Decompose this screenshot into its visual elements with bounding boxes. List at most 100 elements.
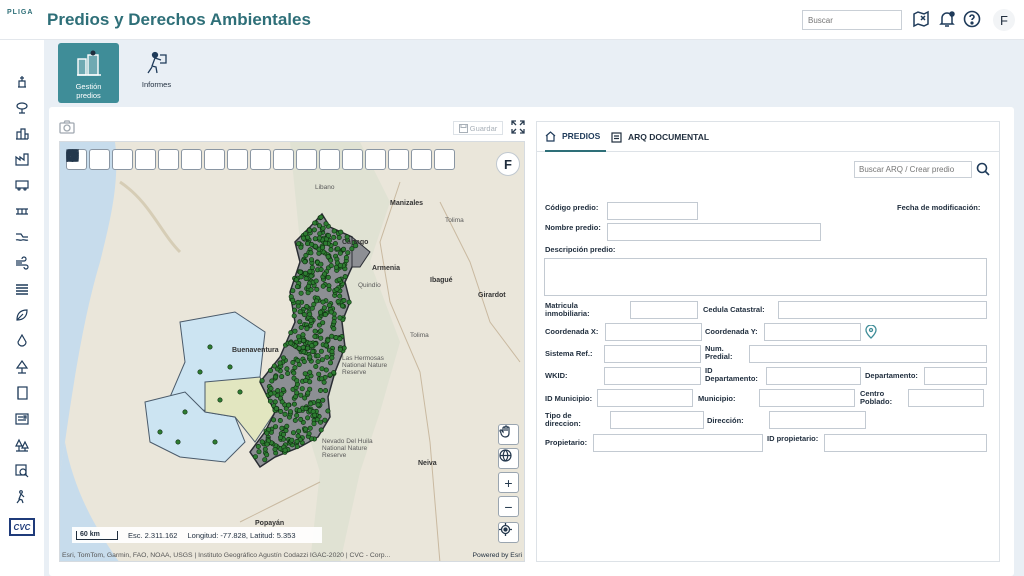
map-f-button[interactable]: F (496, 152, 520, 176)
parcel-marker[interactable] (259, 439, 265, 445)
parcel-marker[interactable] (293, 277, 299, 283)
parcel-marker[interactable] (296, 241, 302, 247)
parcel-marker[interactable] (297, 319, 303, 325)
parcel-marker[interactable] (329, 355, 335, 361)
parcel-marker[interactable] (320, 283, 326, 289)
parcel-marker[interactable] (311, 421, 317, 427)
parcel-marker[interactable] (328, 309, 334, 315)
parcel-marker[interactable] (295, 358, 301, 364)
parcel-marker[interactable] (197, 369, 203, 375)
parcel-marker[interactable] (271, 417, 277, 423)
parcel-marker[interactable] (299, 386, 305, 392)
parcel-marker[interactable] (307, 369, 313, 375)
parcel-marker[interactable] (318, 328, 324, 334)
parcel-marker[interactable] (290, 288, 296, 294)
parcel-marker[interactable] (338, 229, 344, 235)
parcel-marker[interactable] (308, 287, 314, 293)
map-tools-icon[interactable] (911, 9, 931, 29)
parcel-marker[interactable] (264, 430, 270, 436)
parcel-marker[interactable] (291, 430, 297, 436)
parcel-marker[interactable] (331, 234, 337, 240)
id-municipio-field[interactable] (597, 389, 693, 407)
parcel-marker[interactable] (325, 274, 331, 280)
sidebar-item-report-icon[interactable] (12, 410, 32, 428)
parcel-marker[interactable] (286, 402, 292, 408)
parcel-marker[interactable] (323, 221, 329, 227)
parcel-marker[interactable] (294, 444, 300, 450)
tab-arq-documental[interactable]: ARQ DOCUMENTAL (611, 122, 709, 152)
sidebar-item-bridge-icon[interactable] (12, 202, 32, 220)
search-icon[interactable] (976, 162, 990, 176)
parcel-marker[interactable] (337, 262, 343, 268)
parcel-marker[interactable] (325, 337, 331, 343)
propietario-field[interactable] (593, 434, 763, 452)
parcel-marker[interactable] (268, 368, 274, 374)
arq-search-input[interactable] (854, 161, 972, 178)
tipo-direccion-field[interactable] (610, 411, 704, 429)
direccion-field[interactable] (769, 411, 866, 429)
parcel-marker[interactable] (288, 340, 294, 346)
parcel-marker[interactable] (318, 214, 324, 220)
parcel-marker[interactable] (322, 417, 328, 423)
parcel-marker[interactable] (337, 336, 343, 342)
id-propietario-field[interactable] (824, 434, 987, 452)
parcel-marker[interactable] (322, 312, 328, 318)
parcel-marker[interactable] (303, 405, 309, 411)
parcel-marker[interactable] (318, 267, 324, 273)
parcel-marker[interactable] (326, 233, 332, 239)
parcel-marker[interactable] (207, 344, 213, 350)
parcel-marker[interactable] (308, 250, 314, 256)
parcel-marker[interactable] (339, 303, 345, 309)
pan-hand-icon[interactable] (66, 149, 317, 170)
parcel-marker[interactable] (284, 423, 290, 429)
parcel-marker[interactable] (277, 360, 283, 366)
sidebar-item-forest-icon[interactable] (12, 436, 32, 454)
parcel-marker[interactable] (259, 378, 265, 384)
parcel-marker[interactable] (308, 273, 314, 279)
municipio-field[interactable] (759, 389, 855, 407)
camera-icon[interactable] (59, 120, 75, 139)
parcel-marker[interactable] (288, 409, 294, 415)
parcel-marker[interactable] (315, 353, 321, 359)
parcel-marker[interactable] (294, 438, 300, 444)
parcel-marker[interactable] (306, 431, 312, 437)
parcel-marker[interactable] (309, 241, 315, 247)
parcel-marker[interactable] (268, 391, 274, 397)
parcel-marker[interactable] (318, 427, 324, 433)
parcel-marker[interactable] (316, 250, 322, 256)
parcel-marker[interactable] (256, 449, 262, 455)
split-view-icon[interactable] (66, 149, 386, 170)
parcel-marker[interactable] (323, 367, 329, 373)
parcel-marker[interactable] (302, 259, 308, 265)
parcel-marker[interactable] (307, 354, 313, 360)
parcel-marker[interactable] (282, 411, 288, 417)
parcel-marker[interactable] (262, 457, 268, 463)
parcel-marker[interactable] (304, 326, 310, 332)
sidebar-item-river-icon[interactable] (12, 228, 32, 246)
departamento-field[interactable] (924, 367, 987, 385)
parcel-marker[interactable] (294, 378, 300, 384)
parcel-marker[interactable] (295, 303, 301, 309)
info-icon[interactable] (66, 149, 110, 170)
parcel-marker[interactable] (325, 408, 331, 414)
num-predial-field[interactable] (749, 345, 987, 363)
parcel-marker[interactable] (296, 334, 302, 340)
sidebar-item-water-icon[interactable] (12, 72, 32, 90)
parcel-marker[interactable] (271, 363, 277, 369)
parcel-marker[interactable] (289, 437, 295, 443)
parcel-marker[interactable] (282, 447, 288, 453)
parcel-marker[interactable] (227, 364, 233, 370)
comment-icon[interactable] (66, 149, 179, 170)
parcel-marker[interactable] (292, 365, 298, 371)
parcel-marker[interactable] (279, 399, 285, 405)
parcel-marker[interactable] (308, 401, 314, 407)
parcel-marker[interactable] (307, 268, 313, 274)
parcel-marker[interactable] (336, 277, 342, 283)
parcel-marker[interactable] (294, 390, 300, 396)
parcel-marker[interactable] (301, 359, 307, 365)
module-tab-gestion-predios[interactable]: Gestión predios (58, 43, 119, 103)
parcel-marker[interactable] (349, 246, 355, 252)
descripcion-predio-field[interactable] (544, 258, 987, 296)
parcel-marker[interactable] (307, 311, 313, 317)
parcel-marker[interactable] (331, 228, 337, 234)
